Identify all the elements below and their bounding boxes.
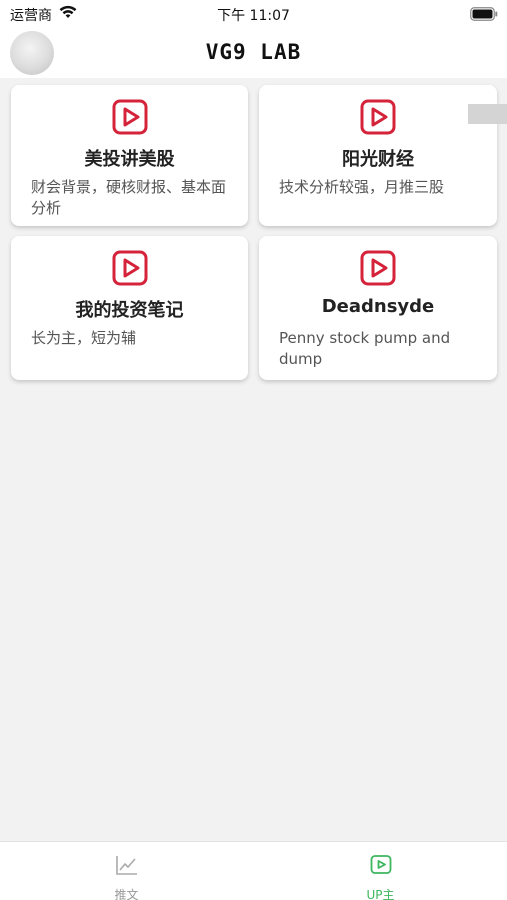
side-drawer-handle[interactable]: [468, 104, 507, 124]
play-icon: [112, 250, 147, 286]
tab-label: UP主: [366, 888, 395, 900]
status-bar: 运营商 下午 11:07: [0, 0, 507, 28]
card-title: 美投讲美股: [84, 149, 175, 170]
play-icon: [360, 99, 396, 135]
battery-icon: [470, 6, 498, 25]
card-title: Deadnsyde: [321, 296, 435, 317]
card-title: 阳光财经: [342, 149, 414, 170]
play-icon: [112, 99, 147, 135]
card-title: 我的投资笔记: [75, 300, 184, 321]
bottom-tab-bar: 推文 UP主: [0, 841, 507, 900]
chart-line-icon: [115, 856, 137, 875]
creator-card[interactable]: 美投讲美股 财会背景，硬核财报、基本面分析: [11, 85, 248, 226]
card-description: 长为主，短为辅: [31, 329, 137, 347]
app-header: VG9 LAB: [0, 28, 507, 78]
creator-card[interactable]: 我的投资笔记 长为主，短为辅: [11, 236, 248, 380]
creator-card[interactable]: Deadnsyde Penny stock pump and dump: [259, 236, 497, 380]
play-box-icon: [370, 855, 391, 874]
creator-card[interactable]: 阳光财经 技术分析较强，月推三股: [259, 85, 497, 226]
card-description: 技术分析较强，月推三股: [279, 178, 445, 196]
card-description: Penny stock pump and dump: [279, 329, 451, 368]
tab-up-creators[interactable]: UP主: [254, 842, 507, 900]
tab-posts[interactable]: 推文: [0, 842, 253, 900]
card-description: 财会背景，硬核财报、基本面分析: [31, 178, 227, 217]
play-icon: [360, 250, 396, 286]
app-title: VG9 LAB: [205, 40, 302, 64]
tab-label: 推文: [114, 888, 139, 900]
status-time: 下午 11:07: [217, 8, 290, 24]
